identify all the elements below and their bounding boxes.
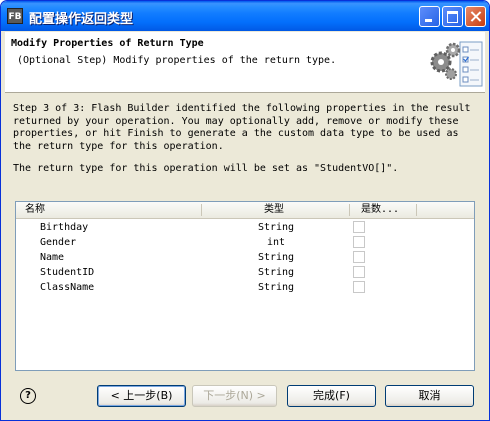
return-type-note: The return type for this operation will … (13, 163, 399, 174)
column-header-type[interactable]: 类型 (264, 202, 284, 218)
gears-checklist-icon (430, 41, 483, 87)
column-header-is-array[interactable]: 是数... (361, 202, 399, 218)
message-line: properties, or hit Finish to generate a … (13, 128, 459, 139)
table-row[interactable]: Gender int (16, 235, 474, 250)
back-button[interactable]: < 上一步(B) (97, 385, 186, 407)
is-array-checkbox[interactable] (353, 221, 365, 233)
message-line: Step 3 of 3: Flash Builder identified th… (13, 103, 471, 114)
cancel-button[interactable]: 取消 (385, 385, 474, 407)
property-name[interactable]: Birthday (40, 220, 88, 235)
table-header: 名称 类型 是数... (16, 202, 474, 219)
property-name[interactable]: StudentID (40, 265, 94, 280)
property-type[interactable]: String (206, 250, 346, 265)
wizard-banner: Modify Properties of Return Type (Option… (5, 32, 485, 92)
banner-separator (5, 92, 485, 93)
column-divider[interactable] (349, 204, 350, 216)
is-array-checkbox[interactable] (353, 281, 365, 293)
property-type[interactable]: String (206, 265, 346, 280)
dialog-window: FB 配置操作返回类型 Modify Properties of Return … (0, 0, 490, 421)
banner-description: (Optional Step) Modify properties of the… (17, 55, 337, 66)
banner-title: Modify Properties of Return Type (11, 38, 204, 49)
minimize-button[interactable] (419, 6, 440, 27)
property-type[interactable]: String (206, 280, 346, 295)
is-array-checkbox[interactable] (353, 251, 365, 263)
message-line: returned by your operation. You may opti… (13, 115, 459, 127)
property-name[interactable]: Gender (40, 235, 76, 250)
column-divider[interactable] (201, 204, 202, 216)
message-line: the return type for this operation. (13, 140, 224, 152)
title-bar[interactable]: FB 配置操作返回类型 (1, 1, 489, 31)
property-name[interactable]: ClassName (40, 280, 94, 295)
step-message: Step 3 of 3: Flash Builder identified th… (13, 103, 483, 153)
column-header-name[interactable]: 名称 (25, 202, 45, 218)
help-icon[interactable]: ? (20, 388, 36, 404)
flash-builder-app-icon: FB (7, 8, 23, 24)
table-row[interactable]: Birthday String (16, 220, 474, 235)
finish-button[interactable]: 完成(F) (287, 385, 376, 407)
window-title: 配置操作返回类型 (29, 12, 134, 27)
properties-table: 名称 类型 是数... Birthday String Gender int N… (15, 201, 475, 371)
close-button[interactable] (465, 6, 486, 27)
table-row[interactable]: Name String (16, 250, 474, 265)
maximize-button[interactable] (442, 6, 463, 27)
property-type[interactable]: String (206, 220, 346, 235)
column-divider[interactable] (416, 204, 417, 216)
next-button[interactable]: 下一步(N) > (192, 385, 277, 407)
property-name[interactable]: Name (40, 250, 64, 265)
table-row[interactable]: StudentID String (16, 265, 474, 280)
table-row[interactable]: ClassName String (16, 280, 474, 295)
is-array-checkbox[interactable] (353, 266, 365, 278)
property-type[interactable]: int (206, 235, 346, 250)
is-array-checkbox[interactable] (353, 236, 365, 248)
